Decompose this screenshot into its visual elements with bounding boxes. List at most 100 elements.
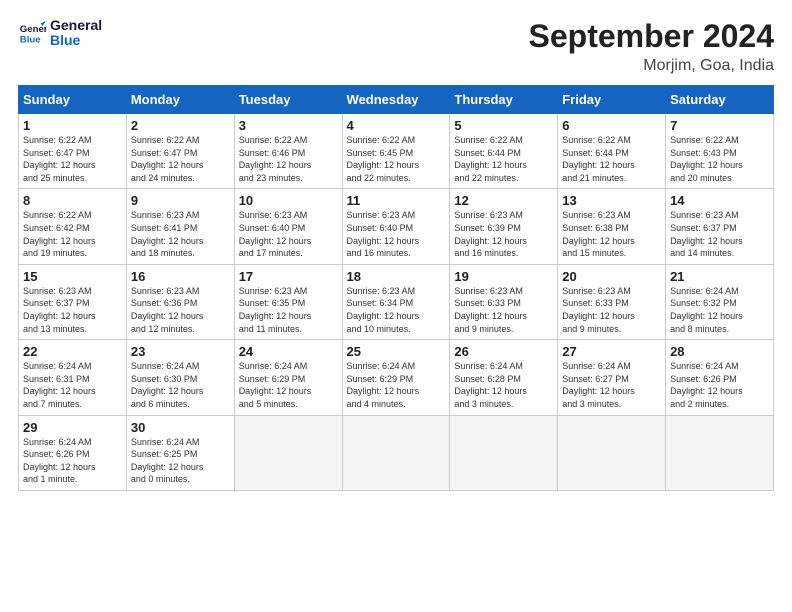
day-number: 17	[239, 269, 338, 284]
svg-text:Blue: Blue	[20, 35, 41, 46]
day-cell	[666, 415, 774, 490]
day-cell: 2Sunrise: 6:22 AM Sunset: 6:47 PM Daylig…	[126, 114, 234, 189]
day-cell	[342, 415, 450, 490]
day-number: 20	[562, 269, 661, 284]
week-row-2: 8Sunrise: 6:22 AM Sunset: 6:42 PM Daylig…	[19, 189, 774, 264]
day-info: Sunrise: 6:23 AM Sunset: 6:38 PM Dayligh…	[562, 209, 661, 259]
logo: General Blue General Blue	[18, 18, 102, 49]
day-number: 12	[454, 193, 553, 208]
header: General Blue General Blue September 2024…	[18, 18, 774, 75]
week-row-4: 22Sunrise: 6:24 AM Sunset: 6:31 PM Dayli…	[19, 340, 774, 415]
day-cell: 21Sunrise: 6:24 AM Sunset: 6:32 PM Dayli…	[666, 264, 774, 339]
day-info: Sunrise: 6:23 AM Sunset: 6:40 PM Dayligh…	[347, 209, 446, 259]
calendar-table: SundayMondayTuesdayWednesdayThursdayFrid…	[18, 85, 774, 491]
logo-general: General	[50, 18, 102, 33]
header-cell-sunday: Sunday	[19, 86, 127, 114]
day-number: 26	[454, 344, 553, 359]
day-cell: 1Sunrise: 6:22 AM Sunset: 6:47 PM Daylig…	[19, 114, 127, 189]
day-cell	[234, 415, 342, 490]
day-number: 1	[23, 118, 122, 133]
day-number: 28	[670, 344, 769, 359]
day-cell: 3Sunrise: 6:22 AM Sunset: 6:46 PM Daylig…	[234, 114, 342, 189]
day-number: 13	[562, 193, 661, 208]
header-cell-wednesday: Wednesday	[342, 86, 450, 114]
day-info: Sunrise: 6:23 AM Sunset: 6:39 PM Dayligh…	[454, 209, 553, 259]
day-cell: 10Sunrise: 6:23 AM Sunset: 6:40 PM Dayli…	[234, 189, 342, 264]
day-cell: 25Sunrise: 6:24 AM Sunset: 6:29 PM Dayli…	[342, 340, 450, 415]
day-number: 8	[23, 193, 122, 208]
day-cell: 18Sunrise: 6:23 AM Sunset: 6:34 PM Dayli…	[342, 264, 450, 339]
day-cell: 14Sunrise: 6:23 AM Sunset: 6:37 PM Dayli…	[666, 189, 774, 264]
day-number: 21	[670, 269, 769, 284]
day-info: Sunrise: 6:22 AM Sunset: 6:45 PM Dayligh…	[347, 134, 446, 184]
day-info: Sunrise: 6:24 AM Sunset: 6:30 PM Dayligh…	[131, 360, 230, 410]
day-cell: 6Sunrise: 6:22 AM Sunset: 6:44 PM Daylig…	[558, 114, 666, 189]
day-cell	[558, 415, 666, 490]
day-info: Sunrise: 6:23 AM Sunset: 6:34 PM Dayligh…	[347, 285, 446, 335]
day-number: 14	[670, 193, 769, 208]
week-row-5: 29Sunrise: 6:24 AM Sunset: 6:26 PM Dayli…	[19, 415, 774, 490]
day-cell: 30Sunrise: 6:24 AM Sunset: 6:25 PM Dayli…	[126, 415, 234, 490]
day-info: Sunrise: 6:23 AM Sunset: 6:41 PM Dayligh…	[131, 209, 230, 259]
day-cell: 7Sunrise: 6:22 AM Sunset: 6:43 PM Daylig…	[666, 114, 774, 189]
day-info: Sunrise: 6:22 AM Sunset: 6:44 PM Dayligh…	[562, 134, 661, 184]
day-cell: 11Sunrise: 6:23 AM Sunset: 6:40 PM Dayli…	[342, 189, 450, 264]
day-info: Sunrise: 6:23 AM Sunset: 6:40 PM Dayligh…	[239, 209, 338, 259]
day-info: Sunrise: 6:22 AM Sunset: 6:47 PM Dayligh…	[23, 134, 122, 184]
day-cell: 9Sunrise: 6:23 AM Sunset: 6:41 PM Daylig…	[126, 189, 234, 264]
day-number: 19	[454, 269, 553, 284]
day-number: 3	[239, 118, 338, 133]
day-cell: 17Sunrise: 6:23 AM Sunset: 6:35 PM Dayli…	[234, 264, 342, 339]
day-info: Sunrise: 6:23 AM Sunset: 6:36 PM Dayligh…	[131, 285, 230, 335]
day-info: Sunrise: 6:22 AM Sunset: 6:43 PM Dayligh…	[670, 134, 769, 184]
day-cell: 13Sunrise: 6:23 AM Sunset: 6:38 PM Dayli…	[558, 189, 666, 264]
day-number: 5	[454, 118, 553, 133]
day-info: Sunrise: 6:24 AM Sunset: 6:31 PM Dayligh…	[23, 360, 122, 410]
day-cell: 23Sunrise: 6:24 AM Sunset: 6:30 PM Dayli…	[126, 340, 234, 415]
day-info: Sunrise: 6:24 AM Sunset: 6:29 PM Dayligh…	[347, 360, 446, 410]
header-cell-thursday: Thursday	[450, 86, 558, 114]
day-cell: 27Sunrise: 6:24 AM Sunset: 6:27 PM Dayli…	[558, 340, 666, 415]
day-info: Sunrise: 6:24 AM Sunset: 6:29 PM Dayligh…	[239, 360, 338, 410]
day-number: 23	[131, 344, 230, 359]
header-cell-tuesday: Tuesday	[234, 86, 342, 114]
week-row-3: 15Sunrise: 6:23 AM Sunset: 6:37 PM Dayli…	[19, 264, 774, 339]
day-cell: 19Sunrise: 6:23 AM Sunset: 6:33 PM Dayli…	[450, 264, 558, 339]
month-title: September 2024	[529, 18, 774, 55]
page: General Blue General Blue September 2024…	[0, 0, 792, 612]
day-info: Sunrise: 6:22 AM Sunset: 6:42 PM Dayligh…	[23, 209, 122, 259]
day-number: 22	[23, 344, 122, 359]
header-cell-friday: Friday	[558, 86, 666, 114]
day-info: Sunrise: 6:24 AM Sunset: 6:26 PM Dayligh…	[670, 360, 769, 410]
day-info: Sunrise: 6:22 AM Sunset: 6:47 PM Dayligh…	[131, 134, 230, 184]
day-cell: 4Sunrise: 6:22 AM Sunset: 6:45 PM Daylig…	[342, 114, 450, 189]
header-cell-saturday: Saturday	[666, 86, 774, 114]
day-info: Sunrise: 6:24 AM Sunset: 6:26 PM Dayligh…	[23, 436, 122, 486]
day-info: Sunrise: 6:23 AM Sunset: 6:33 PM Dayligh…	[562, 285, 661, 335]
day-cell: 16Sunrise: 6:23 AM Sunset: 6:36 PM Dayli…	[126, 264, 234, 339]
day-info: Sunrise: 6:24 AM Sunset: 6:28 PM Dayligh…	[454, 360, 553, 410]
day-number: 7	[670, 118, 769, 133]
day-number: 2	[131, 118, 230, 133]
header-cell-monday: Monday	[126, 86, 234, 114]
day-cell: 12Sunrise: 6:23 AM Sunset: 6:39 PM Dayli…	[450, 189, 558, 264]
day-number: 6	[562, 118, 661, 133]
day-number: 30	[131, 420, 230, 435]
day-info: Sunrise: 6:23 AM Sunset: 6:37 PM Dayligh…	[23, 285, 122, 335]
day-cell: 29Sunrise: 6:24 AM Sunset: 6:26 PM Dayli…	[19, 415, 127, 490]
day-info: Sunrise: 6:22 AM Sunset: 6:44 PM Dayligh…	[454, 134, 553, 184]
day-number: 29	[23, 420, 122, 435]
day-info: Sunrise: 6:22 AM Sunset: 6:46 PM Dayligh…	[239, 134, 338, 184]
day-cell: 5Sunrise: 6:22 AM Sunset: 6:44 PM Daylig…	[450, 114, 558, 189]
calendar-header-row: SundayMondayTuesdayWednesdayThursdayFrid…	[19, 86, 774, 114]
day-number: 25	[347, 344, 446, 359]
day-number: 16	[131, 269, 230, 284]
svg-text:General: General	[20, 25, 46, 36]
day-number: 24	[239, 344, 338, 359]
day-info: Sunrise: 6:24 AM Sunset: 6:32 PM Dayligh…	[670, 285, 769, 335]
logo-icon: General Blue	[18, 19, 46, 47]
week-row-1: 1Sunrise: 6:22 AM Sunset: 6:47 PM Daylig…	[19, 114, 774, 189]
day-cell: 24Sunrise: 6:24 AM Sunset: 6:29 PM Dayli…	[234, 340, 342, 415]
day-number: 27	[562, 344, 661, 359]
day-number: 11	[347, 193, 446, 208]
